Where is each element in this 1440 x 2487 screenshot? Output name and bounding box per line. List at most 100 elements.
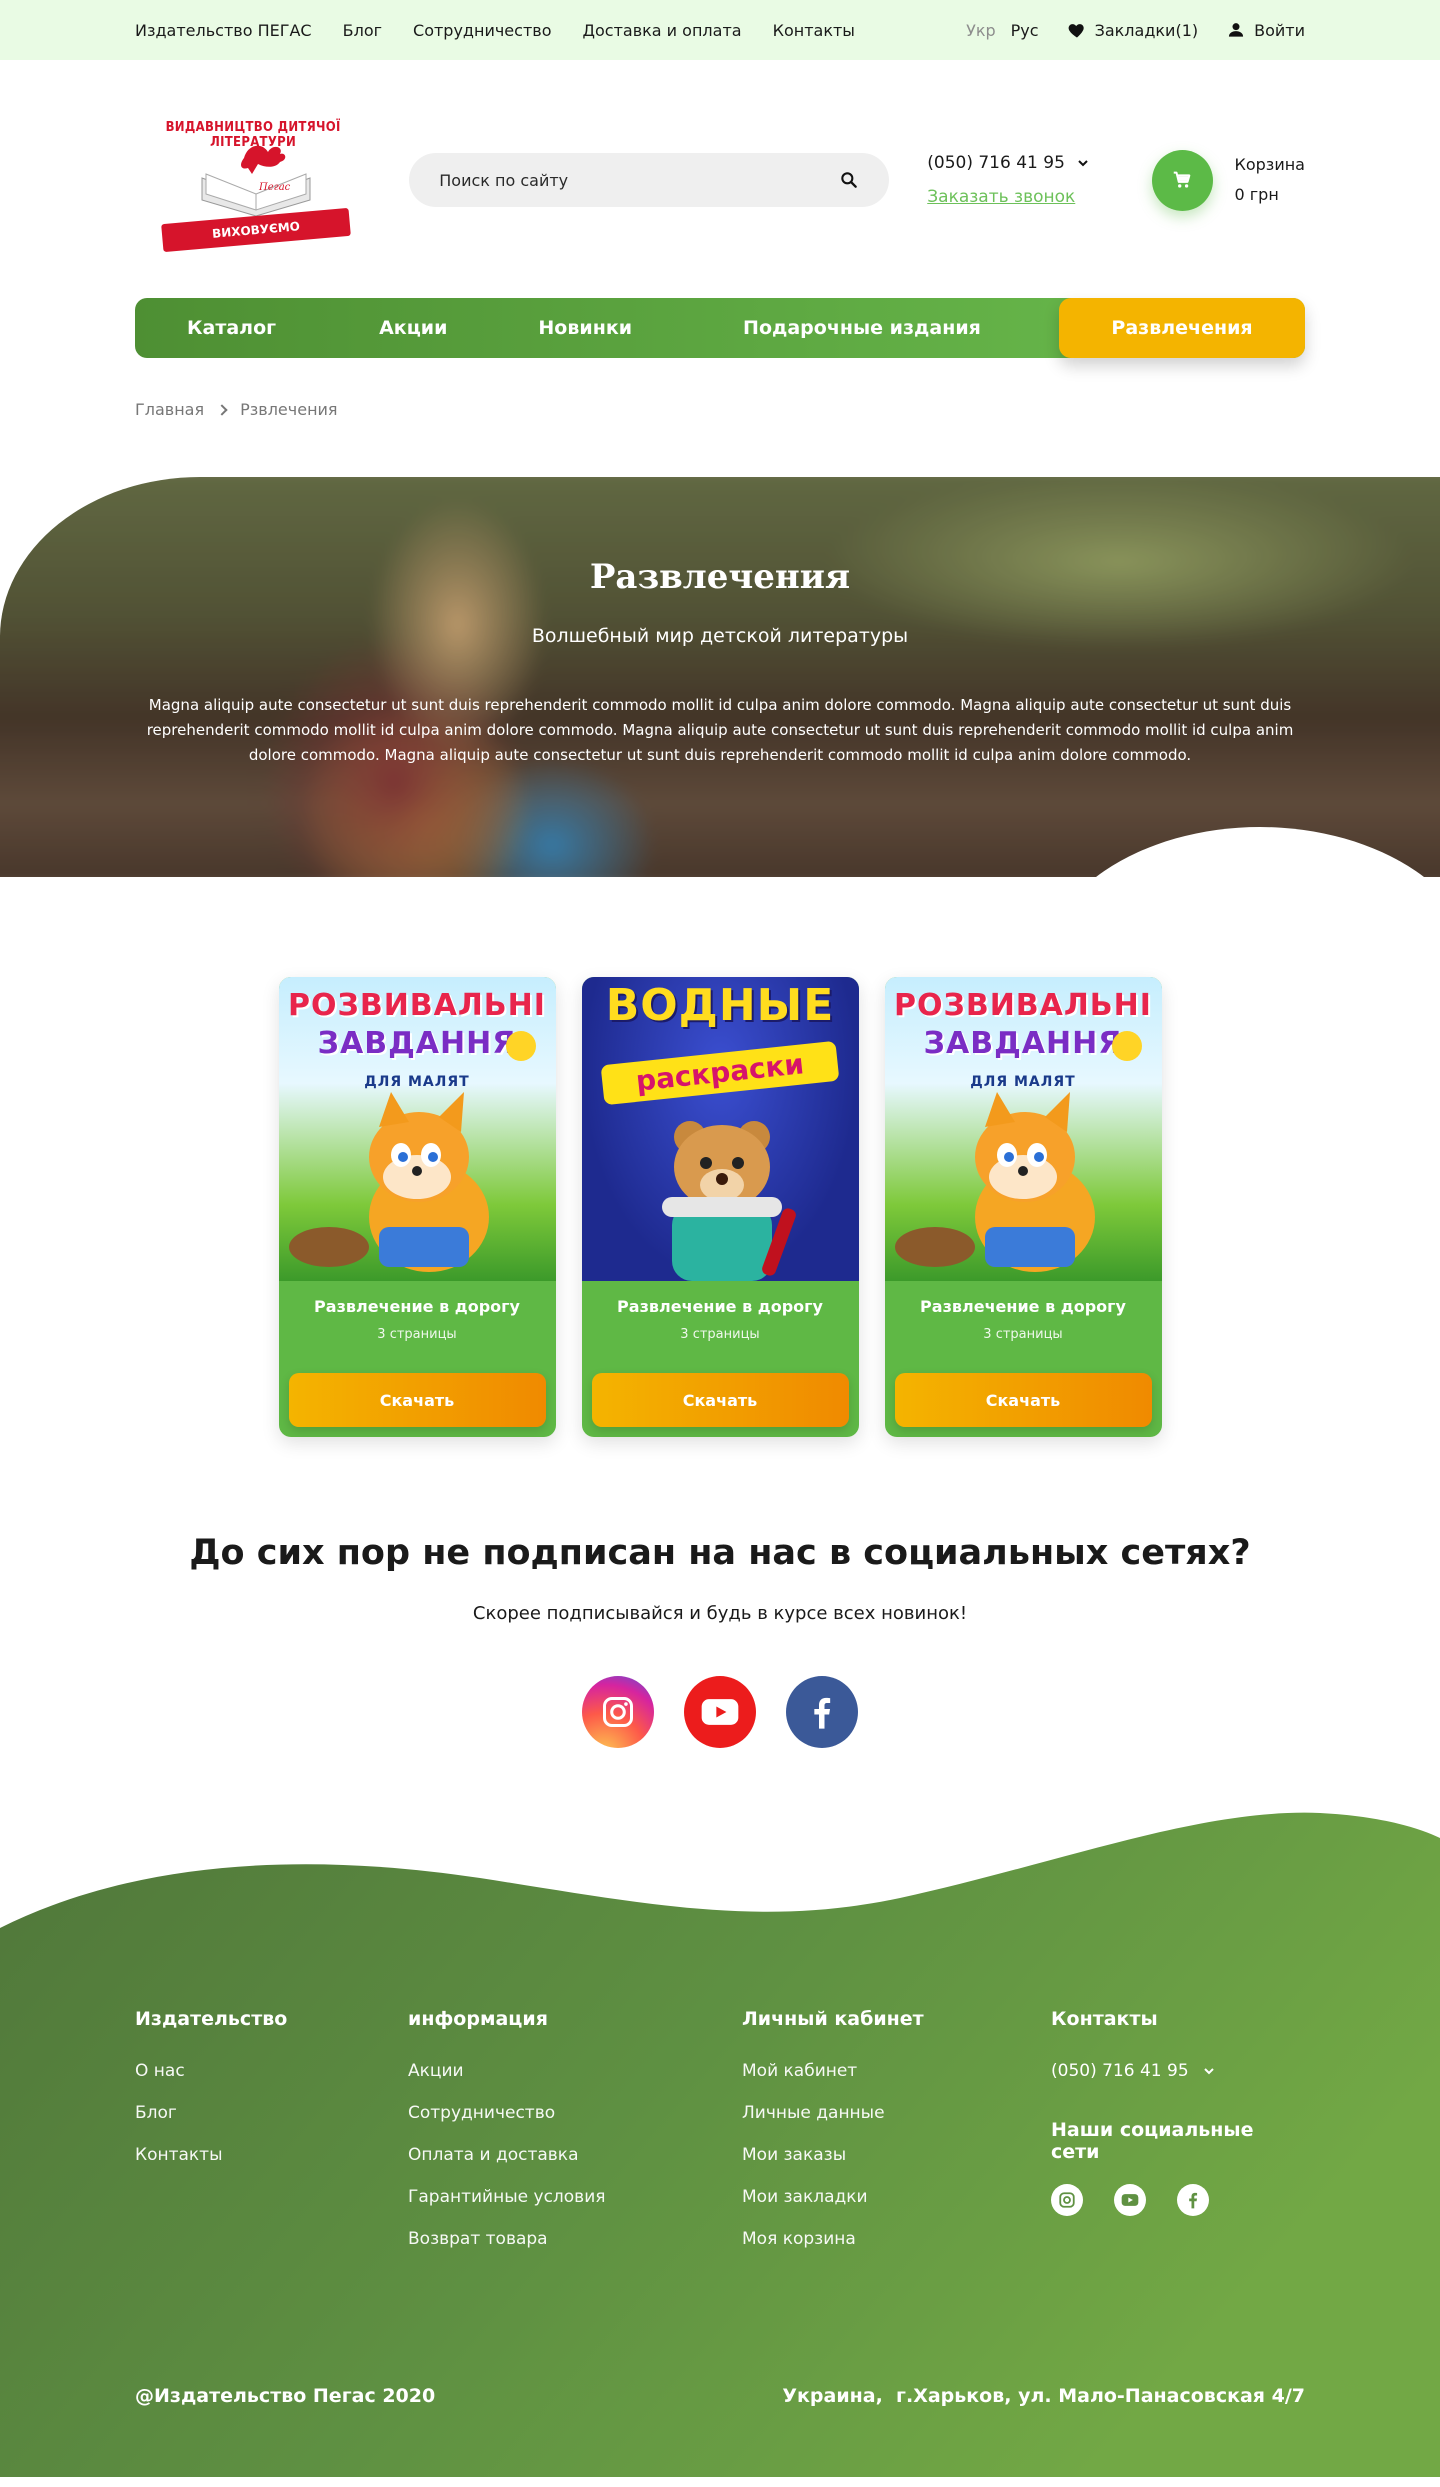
footer-link-cooperation[interactable]: Сотрудничество [408,2103,742,2123]
card-pages: 3 страницы [377,1327,457,1342]
cover-title-line1: РОЗВИВАЛЬНІ [288,988,546,1023]
book-cover-image: РОЗВИВАЛЬНІ ЗАВДАННЯ ДЛЯ МАЛЯТ [278,977,556,1281]
chevron-right-icon [216,403,228,416]
download-button[interactable]: Скачать [288,1373,546,1427]
top-bar: Издательство ПЕГАС Блог Сотрудничество Д… [0,0,1440,60]
top-nav-blog[interactable]: Блог [343,21,382,40]
breadcrumb-current: Рзвлечения [240,400,338,419]
chevron-down-icon [1078,160,1088,167]
instagram-icon[interactable] [582,1676,654,1748]
footer: Издательство О нас Блог Контакты информа… [0,1808,1440,2477]
footer-link-returns[interactable]: Возврат товара [408,2229,742,2249]
youtube-icon[interactable] [1114,2184,1146,2216]
download-button[interactable]: Скачать [894,1373,1152,1427]
top-nav-delivery[interactable]: Доставка и оплата [582,21,741,40]
download-button[interactable]: Скачать [591,1373,849,1427]
facebook-icon[interactable] [786,1676,858,1748]
top-nav-cooperation[interactable]: Сотрудничество [413,21,551,40]
footer-link-about[interactable]: О нас [135,2061,408,2081]
cover-title-line1: РОЗВИВАЛЬНІ [894,988,1152,1023]
social-subtitle: Скорее подписывайся и будь в курсе всех … [472,1603,968,1624]
cart-total: 0 грн [1234,185,1279,204]
nav-entertainment[interactable]: Развлечения [1059,298,1305,358]
downloads-grid: РОЗВИВАЛЬНІ ЗАВДАННЯ ДЛЯ МАЛЯТ Развлечен… [0,977,1440,1437]
footer-link-orders[interactable]: Мои заказы [742,2145,1051,2165]
footer-link-contacts[interactable]: Контакты [135,2145,408,2165]
footer-col-publisher: Издательство О нас Блог Контакты [135,2008,408,2271]
lang-rus[interactable]: Рус [1011,21,1039,40]
top-nav-contacts[interactable]: Контакты [773,21,855,40]
cover-title-line2: раскраски [600,1040,839,1106]
main-nav: Каталог Акции Новинки Подарочные издания… [135,298,1305,358]
footer-col-title: Личный кабинет [742,2008,924,2030]
search-bar [409,153,890,207]
footer-link-warranty[interactable]: Гарантийные условия [408,2187,742,2207]
top-nav-publisher[interactable]: Издательство ПЕГАС [135,21,312,40]
footer-phone-dropdown[interactable]: (050) 716 41 95 [1051,2061,1305,2081]
address: Украина, г.Харьков, ул. Мало-Панасовская… [782,2385,1305,2407]
footer-link-bookmarks[interactable]: Мои закладки [742,2187,1051,2207]
footer-phone: (050) 716 41 95 [1051,2061,1189,2081]
breadcrumb-home[interactable]: Главная [135,400,204,419]
nav-gift-editions[interactable]: Подарочные издания [743,317,981,339]
footer-col-info: информация Акции Сотрудничество Оплата и… [408,2008,742,2271]
cart[interactable]: Корзина 0 грн [1151,149,1305,211]
footer-link-my-account[interactable]: Мой кабинет [742,2061,1051,2081]
card-title: Развлечение в дорогу [617,1297,823,1316]
header: ВИДАВНИЦТВО ДИТЯЧОЇ ЛІТЕРАТУРИ Пегас ВИХ… [0,60,1440,300]
nav-sales[interactable]: Акции [379,317,447,339]
lang-ukr[interactable]: Укр [966,21,996,40]
footer-link-blog[interactable]: Блог [135,2103,408,2123]
footer-link-sales[interactable]: Акции [408,2061,742,2081]
card-pages: 3 страницы [983,1327,1063,1342]
bookmarks-link[interactable]: Закладки(1) [1067,20,1199,40]
breadcrumb: Главная Рзвлечения [135,400,1305,419]
footer-col-account: Личный кабинет Мой кабинет Личные данные… [742,2008,1051,2271]
cart-label: Корзина [1234,155,1305,174]
phone-dropdown[interactable]: (050) 716 41 95 [927,153,1113,173]
login-link[interactable]: Войти [1226,20,1305,40]
footer-social-title: Наши социальные сети [1051,2119,1254,2163]
book-cover-image: РОЗВИВАЛЬНІ ЗАВДАННЯ ДЛЯ МАЛЯТ [884,977,1162,1281]
chevron-down-icon [1203,2068,1214,2075]
card-title: Развлечение в дорогу [920,1297,1126,1316]
book-cover-image: ВОДНЫЕ раскраски [581,977,859,1281]
copyright: @Издательство Пегас 2020 [135,2385,436,2407]
card-title: Развлечение в дорогу [314,1297,520,1316]
instagram-icon[interactable] [1051,2184,1083,2216]
pegasus-book-logo-icon: Пегас [201,145,311,216]
logo-book-text: Пегас [258,182,291,193]
cover-title-line1: ВОДНЫЕ [605,980,835,1031]
bear-illustration-icon [661,1121,796,1281]
logo[interactable]: ВИДАВНИЦТВО ДИТЯЧОЇ ЛІТЕРАТУРИ Пегас ВИХ… [160,108,351,269]
nav-catalog[interactable]: Каталог [187,317,276,339]
cart-icon [1173,171,1191,188]
facebook-icon[interactable] [1177,2184,1209,2216]
download-card[interactable]: РОЗВИВАЛЬНІ ЗАВДАННЯ ДЛЯ МАЛЯТ Развлечен… [278,977,556,1437]
youtube-icon[interactable] [684,1676,756,1748]
search-icon[interactable] [839,170,859,190]
login-label: Войти [1254,20,1305,40]
footer-link-cart[interactable]: Моя корзина [742,2229,1051,2249]
footer-col-title: информация [408,2008,548,2030]
phone-number: (050) 716 41 95 [927,153,1065,173]
hero-banner: Развлечения Волшебный мир детской литера… [0,477,1440,877]
footer-col-title: Контакты [1051,2008,1158,2030]
download-card[interactable]: РОЗВИВАЛЬНІ ЗАВДАННЯ ДЛЯ МАЛЯТ Развлечен… [884,977,1162,1437]
card-pages: 3 страницы [680,1327,760,1342]
social-section: До сих пор не подписан на нас в социальн… [0,1533,1440,1748]
footer-col-title: Издательство [135,2008,288,2030]
download-card[interactable]: ВОДНЫЕ раскраски Развлечение в дорогу 3 … [581,977,859,1437]
heart-icon [1068,24,1084,38]
user-icon [1229,23,1244,37]
cart-button[interactable] [1151,149,1213,211]
nav-new[interactable]: Новинки [538,317,632,339]
footer-link-personal-data[interactable]: Личные данные [742,2103,1051,2123]
page-title: Развлечения [589,557,851,597]
bookmarks-label: Закладки(1) [1094,20,1199,40]
search-input[interactable] [439,170,840,190]
callback-link[interactable]: Заказать звонок [927,187,1075,207]
social-title: До сих пор не подписан на нас в социальн… [189,1533,1251,1573]
footer-link-payment-delivery[interactable]: Оплата и доставка [408,2145,742,2165]
hero-description: Magna aliquip aute consectetur ut sunt d… [146,696,1294,764]
